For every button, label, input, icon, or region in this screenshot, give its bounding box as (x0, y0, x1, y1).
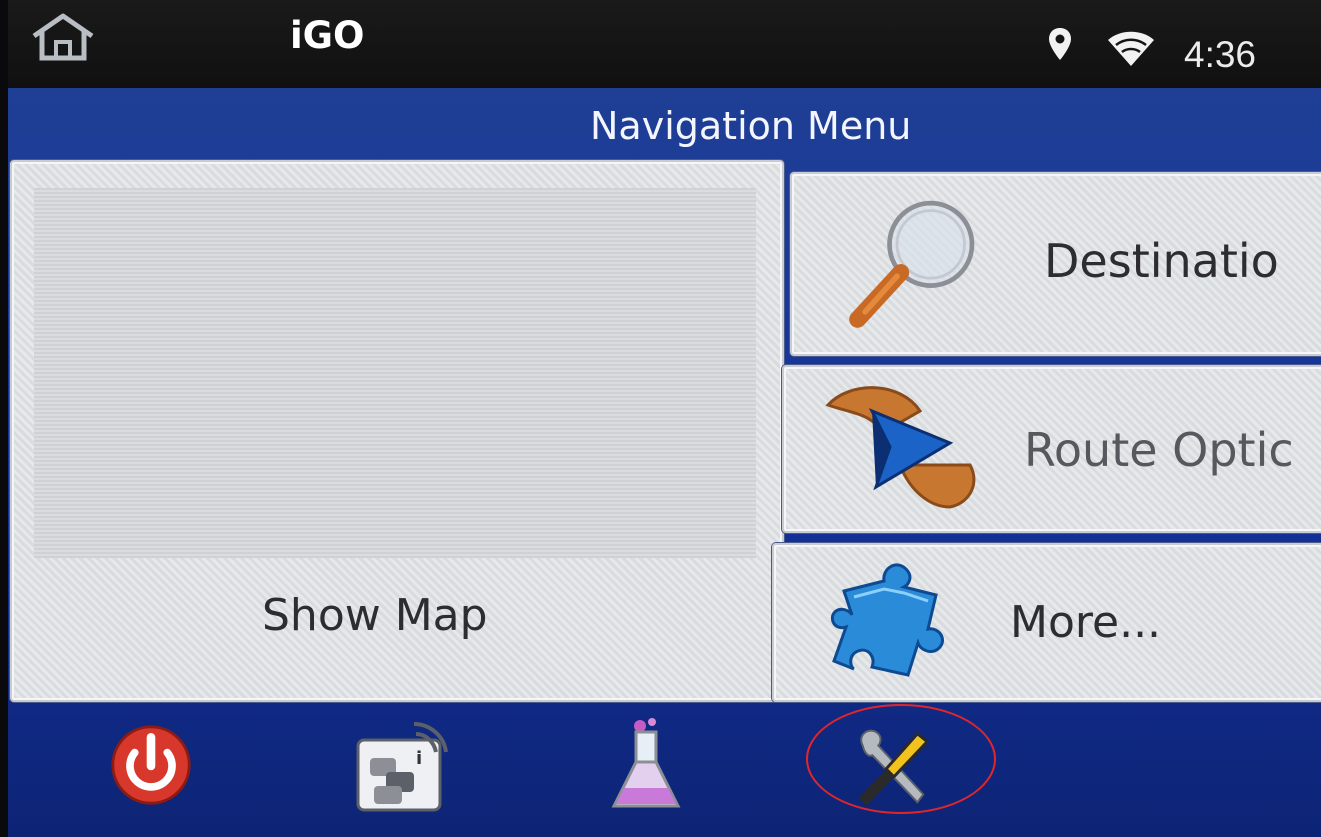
puzzle-icon (830, 563, 944, 677)
wifi-icon (1108, 31, 1154, 66)
show-map-label: Show Map (262, 590, 488, 641)
svg-text:i: i (416, 748, 422, 769)
power-icon[interactable] (108, 722, 194, 808)
more-button[interactable]: More... (772, 543, 1321, 702)
tools-highlight-ring (806, 704, 996, 814)
app-title: iGO (290, 14, 365, 57)
clock: 4:36 (1184, 34, 1257, 75)
location-pin-icon (1049, 28, 1071, 60)
show-map-button[interactable]: Show Map (10, 160, 784, 702)
home-icon[interactable] (28, 12, 98, 64)
flask-icon[interactable] (606, 716, 686, 816)
magnifier-icon (849, 200, 975, 328)
destination-label: Destinatio (1044, 234, 1279, 288)
route-options-button[interactable]: Route Optic (782, 365, 1321, 533)
igo-screen: iGO 4:36 Navigation Menu Show Map Destin… (0, 0, 1321, 837)
destination-button[interactable]: Destinatio (790, 172, 1321, 356)
route-options-icon (825, 386, 976, 509)
status-bar: iGO 4:36 (8, 0, 1321, 88)
map-preview (34, 188, 756, 558)
traffic-info-icon[interactable]: i (352, 722, 452, 812)
more-label: More... (1010, 597, 1162, 648)
panel-title: Navigation Menu (590, 104, 912, 148)
route-options-label: Route Optic (1024, 423, 1294, 477)
